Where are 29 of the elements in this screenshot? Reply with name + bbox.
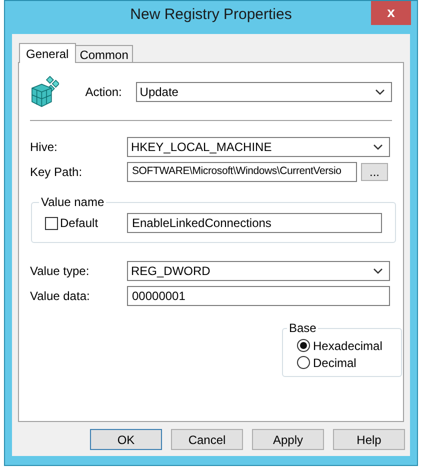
key-path-field[interactable]: SOFTWARE\Microsoft\Windows\CurrentVersio xyxy=(127,162,357,182)
value-type-label: Value type: xyxy=(30,263,90,280)
action-label: Action: xyxy=(85,84,123,101)
dialog-button[interactable]: Apply xyxy=(252,429,324,450)
radio-label: Decimal xyxy=(313,354,356,372)
value-data-field[interactable]: 00000001 xyxy=(127,286,390,306)
value-type-dropdown[interactable]: REG_DWORD xyxy=(127,261,390,281)
group-title: Value name xyxy=(40,194,106,211)
close-button[interactable]: x xyxy=(371,1,411,25)
radio-button[interactable] xyxy=(297,356,310,369)
browse-button[interactable]: ... xyxy=(361,163,388,181)
default-label: Default xyxy=(60,215,100,232)
key-path-label: Key Path: xyxy=(30,164,84,181)
registry-cubes-icon xyxy=(30,76,60,108)
dialog-button[interactable]: Cancel xyxy=(171,429,243,450)
hive-label: Hive: xyxy=(30,139,58,156)
default-checkbox[interactable] xyxy=(45,216,58,230)
window-title: New Registry Properties xyxy=(130,5,292,26)
group-title: Base xyxy=(288,320,318,337)
tab[interactable]: Common xyxy=(76,45,134,62)
action-dropdown[interactable]: Update xyxy=(136,82,392,102)
radio-button[interactable] xyxy=(297,339,310,352)
tab[interactable]: General xyxy=(19,43,76,63)
value-data-label: Value data: xyxy=(30,288,91,305)
value-name-field[interactable]: EnableLinkedConnections xyxy=(127,213,382,233)
dialog-button[interactable]: OK xyxy=(90,429,162,450)
hive-dropdown[interactable]: HKEY_LOCAL_MACHINE xyxy=(127,137,390,157)
radio-label: Hexadecimal xyxy=(313,338,382,354)
dialog-button[interactable]: Help xyxy=(333,429,405,450)
